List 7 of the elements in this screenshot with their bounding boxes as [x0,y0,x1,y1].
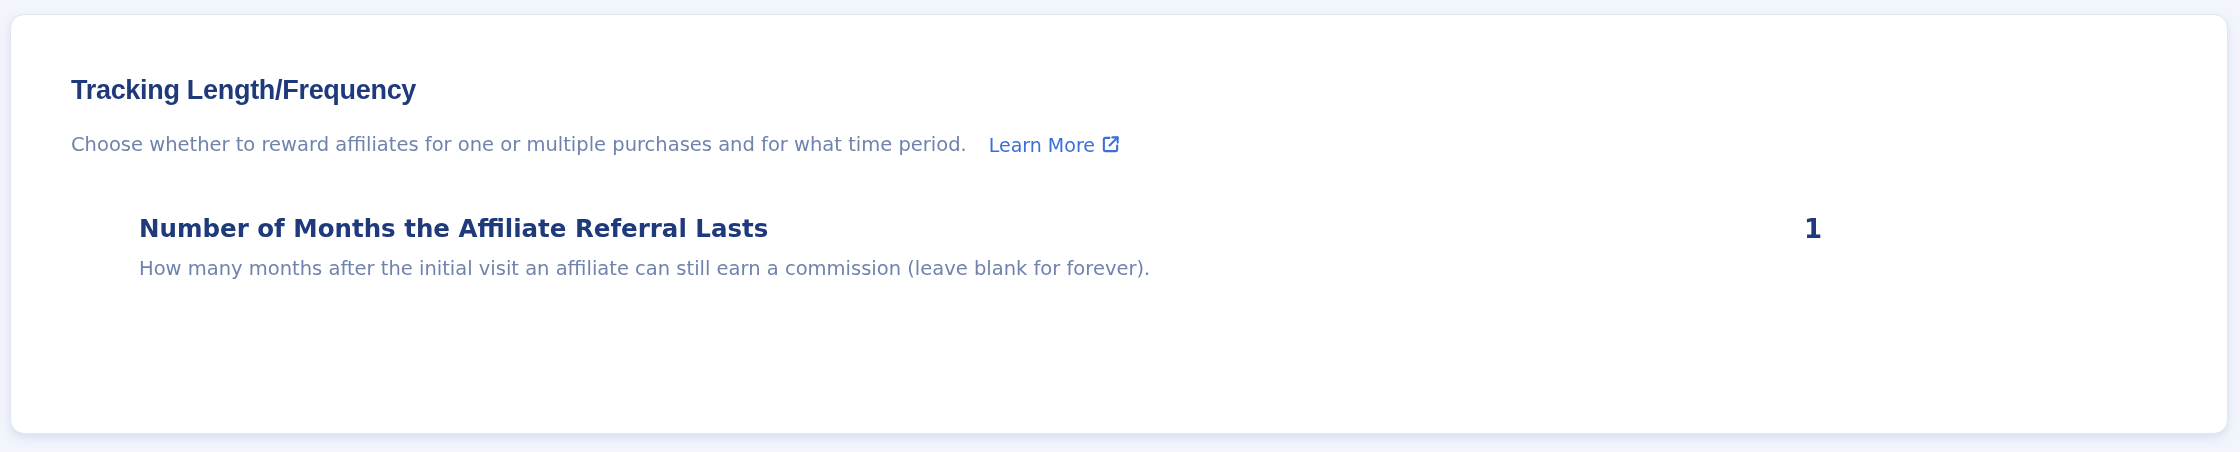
section-title: Tracking Length/Frequency [71,75,418,106]
section-description: Choose whether to reward affiliates for one or multiple purchases and for what time period. [71,133,967,156]
external-link-icon [1100,135,1120,154]
setting-help: How many months after the initial visit an affiliate can still earn a commission (leave blank for forever). [139,257,1152,280]
learn-more-link[interactable]: Learn More [988,133,1120,156]
setting-value[interactable]: 1 [1804,214,1823,244]
setting-label: Number of Months the Affiliate Referral Lasts [139,214,770,243]
